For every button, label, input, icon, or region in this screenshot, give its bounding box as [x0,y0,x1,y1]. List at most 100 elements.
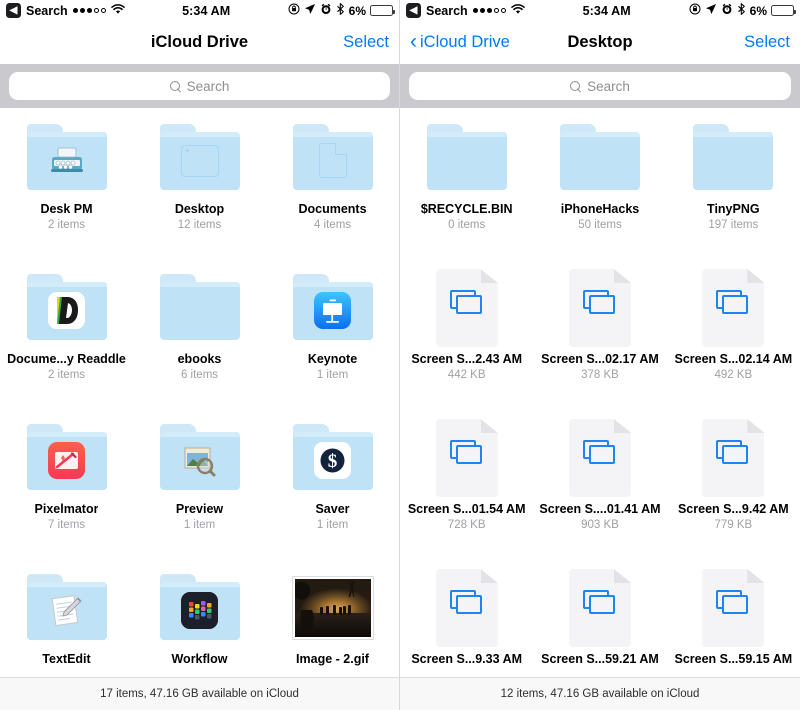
search-icon [170,81,181,92]
screenshot-glyph-icon [716,290,750,316]
item-name: Workflow [171,652,227,666]
file-folded-corner [481,569,498,583]
folder-emblem [48,442,86,480]
status-bar-time: 5:34 AM [525,4,689,18]
item-subtitle: 4 items [314,219,351,231]
folder-body [160,282,240,340]
grid-item[interactable]: Screen S...2.43 AM442 KB [400,266,533,416]
page-title: iCloud Drive [0,33,399,52]
item-subtitle: 1 item [184,519,215,531]
preview-app-icon [181,442,218,479]
item-icon [156,122,243,194]
folder-lip [427,132,507,137]
screenshot-rect-front [456,595,482,614]
grid-item[interactable]: Documents4 items [266,116,399,266]
search-placeholder: Search [587,79,630,94]
grid-item[interactable]: Preview1 item [133,416,266,566]
item-icon: $ [289,422,376,494]
item-name: Screen S...9.42 AM [678,502,789,516]
search-input[interactable]: Search [9,72,390,100]
item-subtitle: 1 item [317,519,348,531]
screenshot-rect-front [589,445,615,464]
grid-item[interactable]: Screen S...9.42 AM 779 KB [667,416,800,566]
grid-item[interactable]: Screen S...59.21 AM [533,566,666,677]
select-button[interactable]: Select [744,33,790,52]
folder-emblem [181,142,219,180]
photo-foreground-figure [299,610,315,637]
nav-bar: iCloud DriveSelect [0,21,399,64]
photo-tree [293,577,317,601]
rotation-lock-icon [689,3,701,18]
saver-app-icon: $ [314,442,351,479]
status-bar-left: ◀ Search [6,3,125,18]
grid-item[interactable]: $ Saver 1 item [266,416,399,566]
item-icon [556,122,643,194]
grid-item[interactable]: Screen S...59.15 AM [667,566,800,677]
search-bar-container: Search [400,64,800,108]
chevron-left-icon[interactable]: ◀ [406,3,421,18]
grid-item[interactable]: Docume...y Readdle2 items [0,266,133,416]
battery-percent-label: 6% [349,4,366,18]
grid-item[interactable]: iPhoneHacks50 items [533,116,666,266]
screenshot-rect-front [722,595,748,614]
status-bar-back-label[interactable]: Search [26,4,68,18]
screenshot-rect-front [456,445,482,464]
screenshot-glyph-icon [450,440,484,466]
grid-item[interactable]: Image - 2.gif [266,566,399,677]
grid-item[interactable]: Screen S...02.17 AM378 KB [533,266,666,416]
folder-lip [27,582,107,587]
grid-item[interactable]: $RECYCLE.BIN0 items [400,116,533,266]
folder-lip [560,132,640,137]
grid-item[interactable]: Screen S....01.41 AM903 KB [533,416,666,566]
nav-back-label: iCloud Drive [420,33,510,52]
item-subtitle: 50 items [578,219,621,231]
screenshot-rect-front [456,295,482,314]
file-icon [436,419,498,497]
file-grid: $RECYCLE.BIN0 itemsiPhoneHacks50 itemsTi… [400,108,800,677]
file-icon [702,269,764,347]
folder-icon [558,124,642,192]
signal-dot [87,8,92,13]
item-icon [690,422,777,494]
grid-item[interactable]: Keynote1 item [266,266,399,416]
grid-item[interactable]: Desk PM2 items [0,116,133,266]
item-name: Saver [315,502,349,516]
grid-item[interactable]: Screen S...02.14 AM492 KB [667,266,800,416]
file-icon [436,569,498,647]
grid-item[interactable]: TextEdit [0,566,133,677]
item-subtitle: 779 KB [714,519,752,531]
item-name: ebooks [178,352,222,366]
pixelmator-app-icon [48,442,85,479]
grid-item[interactable]: Pixelmator7 items [0,416,133,566]
status-bar-back-label[interactable]: Search [426,4,468,18]
select-button[interactable]: Select [343,33,389,52]
item-name: Desktop [175,202,224,216]
item-icon [289,272,376,344]
battery-percent-label: 6% [750,4,767,18]
search-placeholder: Search [187,79,230,94]
folder-body [427,132,507,190]
alarm-clock-icon [320,3,332,18]
grid-item[interactable]: Workflow [133,566,266,677]
grid-item[interactable]: Screen S...9.33 AM [400,566,533,677]
item-subtitle: 1 item [317,369,348,381]
grid-item[interactable]: TinyPNG197 items [667,116,800,266]
item-icon [289,572,376,644]
status-bar: ◀ Search 5:34 AM 6% [400,0,800,21]
item-icon [23,272,110,344]
grid-item[interactable]: Screen S...01.54 AM728 KB [400,416,533,566]
file-folded-corner [747,569,764,583]
signal-dot [94,8,99,13]
nav-back-button[interactable]: ‹iCloud Drive [410,33,510,52]
grid-item[interactable]: ebooks6 items [133,266,266,416]
grid-item[interactable]: Desktop12 items [133,116,266,266]
item-name: Screen S...02.14 AM [674,352,792,366]
photo-thumbnail [293,577,373,639]
search-input[interactable]: Search [409,72,791,100]
search-bar-container: Search [0,64,399,108]
folder-lip [160,282,240,287]
dual-screenshot-comparison: ◀Search5:34 AM6%iCloud DriveSelectSearch… [0,0,800,710]
chevron-left-icon[interactable]: ◀ [6,3,21,18]
item-icon [423,422,510,494]
folder-lip [160,432,240,437]
